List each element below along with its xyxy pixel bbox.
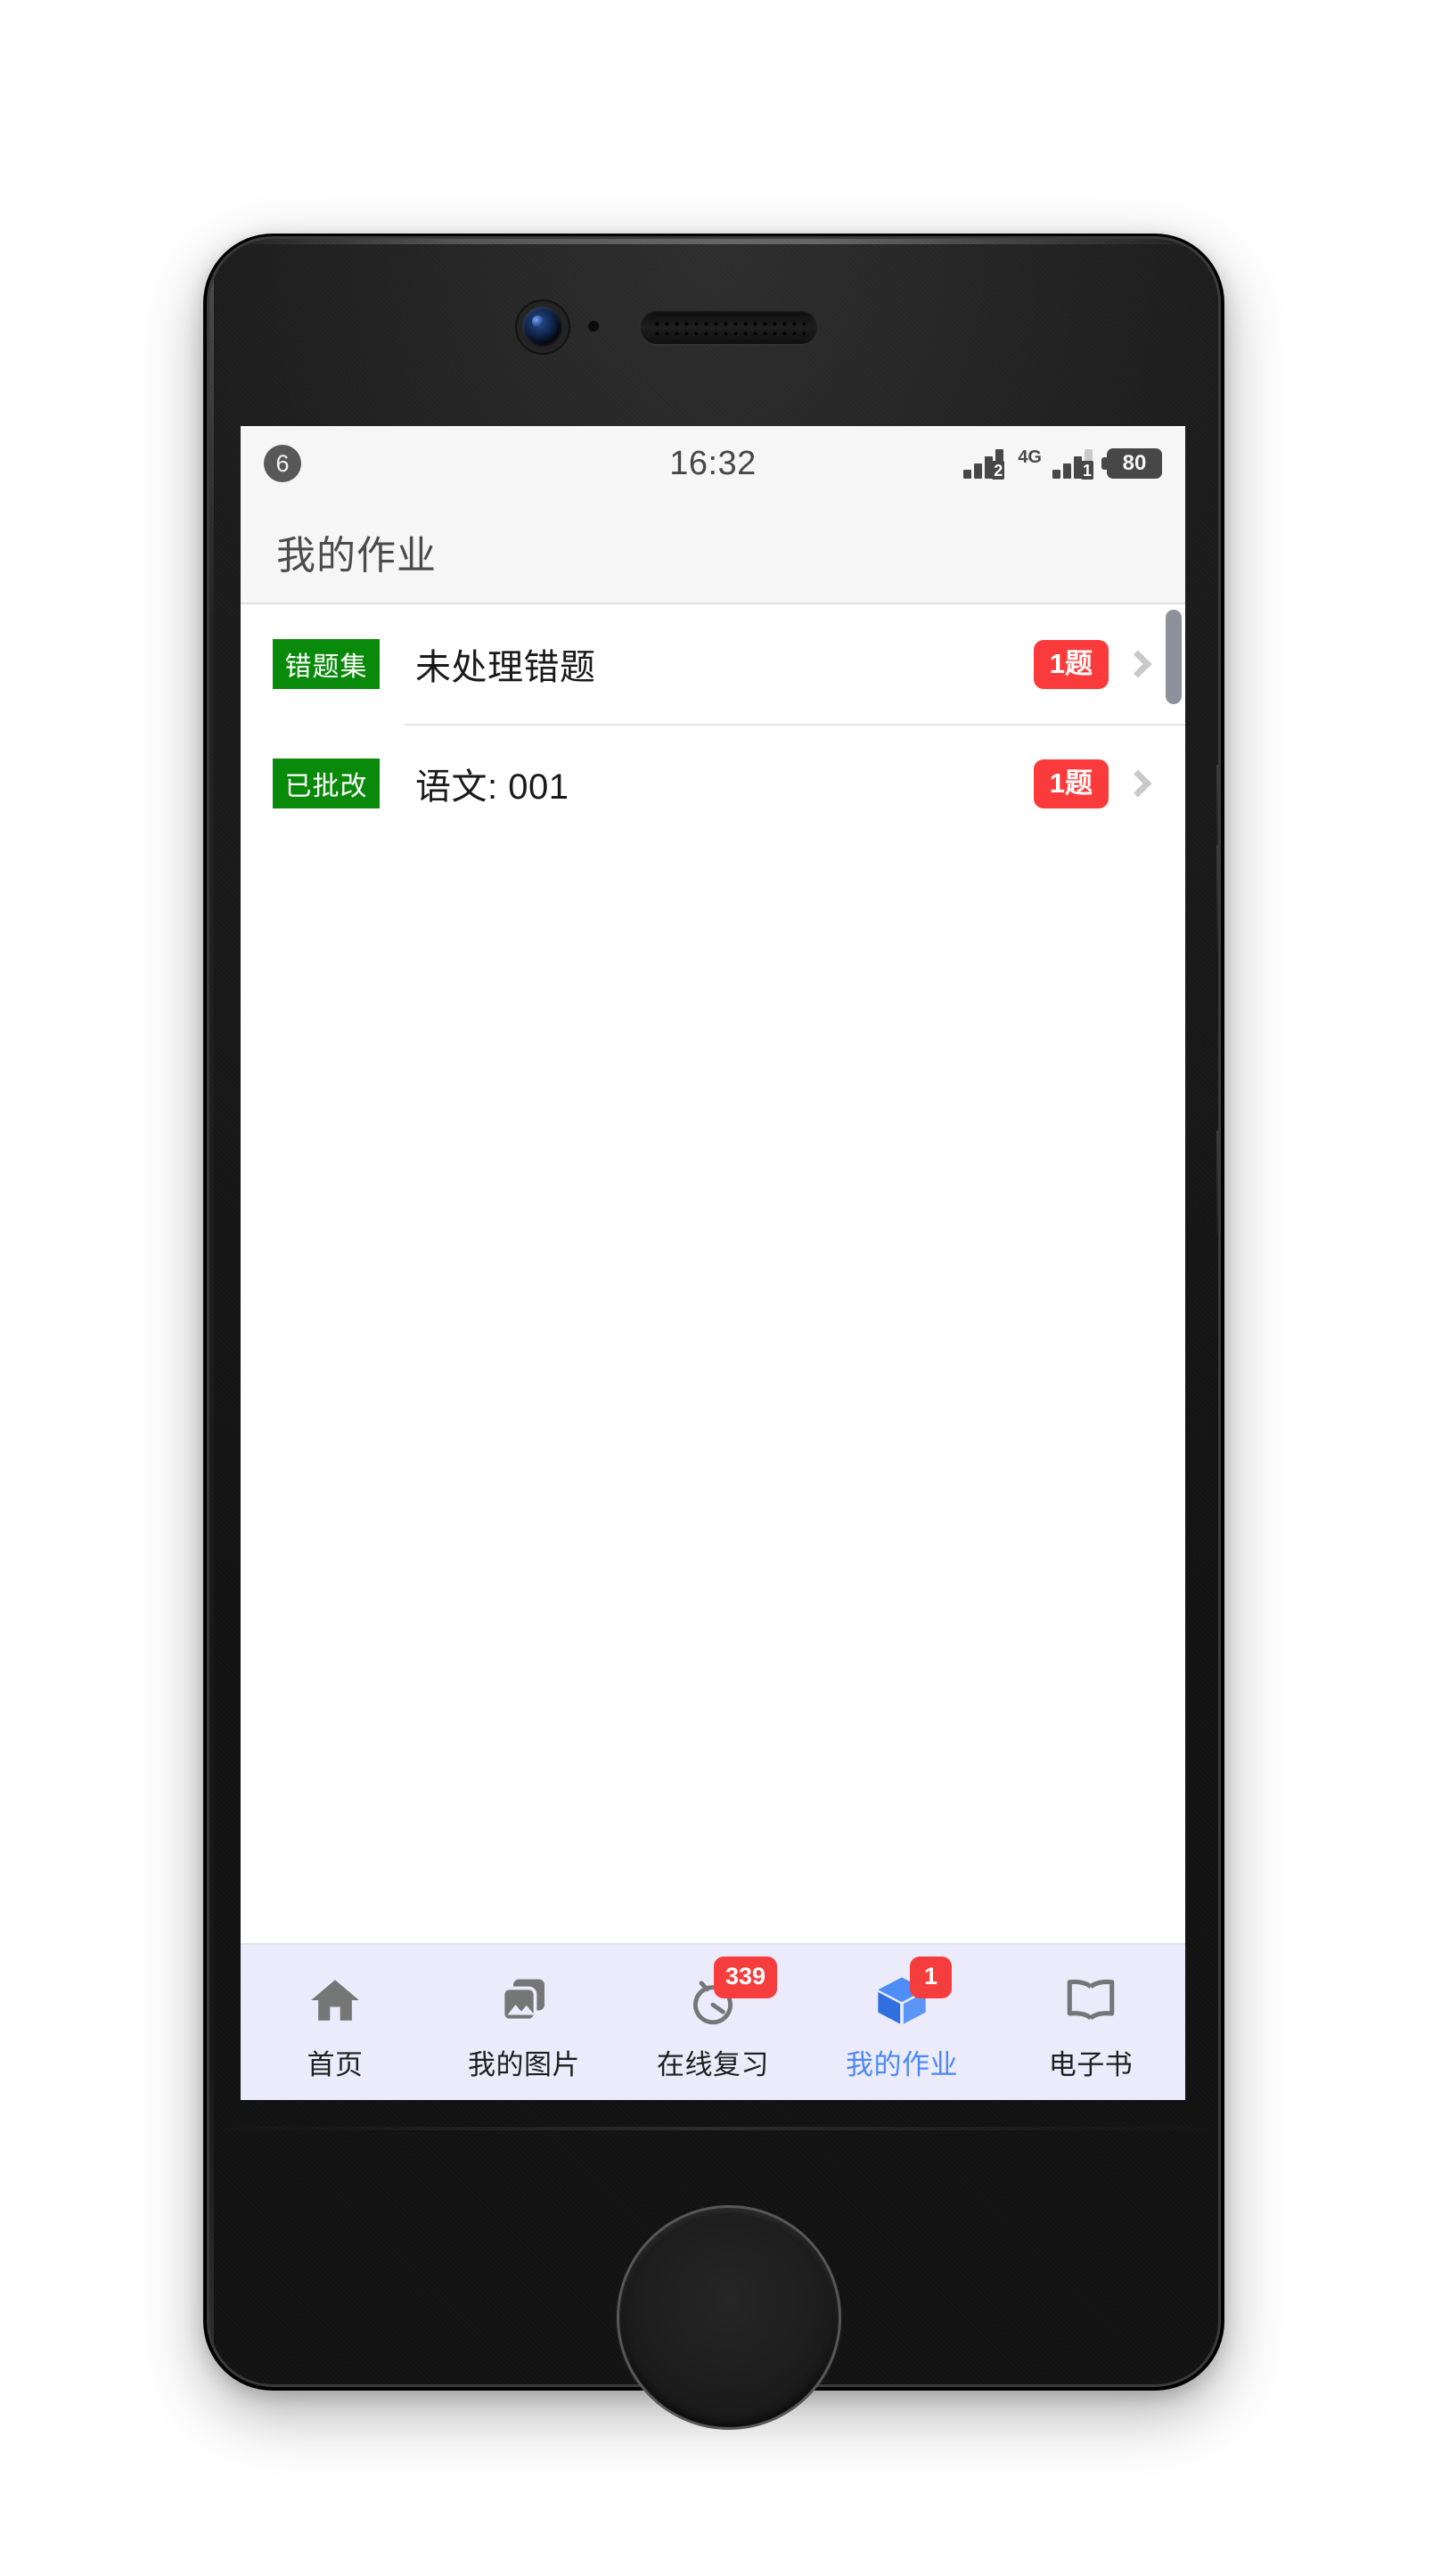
table-row[interactable]: 错题集 未处理错题 1题 bbox=[241, 604, 1185, 724]
sim2-label: 1 bbox=[1080, 461, 1093, 480]
page-title: 我的作业 bbox=[276, 534, 437, 578]
chevron-right-icon bbox=[1124, 650, 1152, 678]
row-status-tag: 已批改 bbox=[273, 759, 380, 808]
phone-screen: 6 16:32 2 4G 1 80 我的作业 错题集 未处理错题 1题 已批改 … bbox=[241, 426, 1185, 2100]
row-title: 语文: 001 bbox=[415, 767, 569, 807]
home-icon bbox=[306, 1971, 364, 2030]
home-button[interactable] bbox=[617, 2205, 841, 2430]
sim1-label: 2 bbox=[992, 461, 1005, 480]
tab-home[interactable]: 首页 bbox=[241, 1945, 430, 2100]
tab-online-review[interactable]: 339 在线复习 bbox=[618, 1945, 807, 2100]
cube-icon: 1 bbox=[872, 1956, 953, 2030]
volume-down-button[interactable] bbox=[1216, 845, 1218, 952]
tab-badge: 1 bbox=[910, 1956, 953, 1998]
tab-label: 首页 bbox=[307, 2048, 364, 2080]
battery-level-label: 80 bbox=[1122, 451, 1147, 475]
screenshot-stage: 6 16:32 2 4G 1 80 我的作业 错题集 未处理错题 1题 已批改 … bbox=[0, 0, 1449, 2576]
row-trailing: 1题 bbox=[1033, 759, 1164, 808]
tab-my-pictures[interactable]: 我的图片 bbox=[430, 1945, 618, 2100]
status-bar: 6 16:32 2 4G 1 80 bbox=[241, 426, 1185, 501]
network-type-label: 4G bbox=[1018, 447, 1042, 467]
tab-label: 我的图片 bbox=[468, 2048, 580, 2080]
tab-badge: 339 bbox=[714, 1956, 778, 1998]
tab-label: 在线复习 bbox=[657, 2048, 769, 2080]
chin-divider bbox=[207, 2127, 1221, 2130]
row-count-badge: 1题 bbox=[1033, 759, 1109, 808]
photos-icon bbox=[495, 1971, 553, 2030]
proximity-sensor-icon bbox=[588, 321, 599, 332]
tab-label: 电子书 bbox=[1048, 2048, 1134, 2080]
earpiece-speaker-icon bbox=[640, 310, 818, 344]
tab-my-homework[interactable]: 1 我的作业 bbox=[807, 1945, 996, 2100]
row-title: 未处理错题 bbox=[415, 648, 596, 687]
row-status-tag: 错题集 bbox=[273, 639, 380, 689]
chevron-right-icon bbox=[1124, 769, 1152, 798]
battery-icon: 80 bbox=[1101, 448, 1162, 479]
tab-label: 我的作业 bbox=[846, 2048, 958, 2080]
app-header: 我的作业 bbox=[241, 501, 1185, 604]
row-count-badge: 1题 bbox=[1033, 639, 1109, 689]
status-bar-indicators: 2 4G 1 80 bbox=[963, 447, 1162, 480]
table-row[interactable]: 已批改 语文: 001 1题 bbox=[241, 724, 1185, 843]
row-trailing: 1题 bbox=[1033, 639, 1164, 689]
signal-strength-sim2-icon: 1 bbox=[1052, 449, 1093, 480]
homework-list: 错题集 未处理错题 1题 已批改 语文: 001 1题 bbox=[241, 604, 1185, 843]
front-camera-icon bbox=[522, 307, 563, 348]
power-button[interactable] bbox=[1216, 1130, 1218, 1237]
bezel-highlight bbox=[209, 239, 1218, 244]
list-empty-area bbox=[241, 843, 1185, 1943]
book-icon bbox=[1061, 1971, 1120, 2030]
signal-strength-sim1-icon: 2 bbox=[963, 449, 1005, 480]
bottom-tab-bar: 首页 我的图片 339 在线复习 1 我的作业 电子书 bbox=[241, 1943, 1185, 2100]
scrollbar-thumb[interactable] bbox=[1166, 610, 1182, 704]
timer-icon: 339 bbox=[684, 1956, 778, 2030]
tab-ebook[interactable]: 电子书 bbox=[996, 1945, 1185, 2100]
bezel-left-highlight bbox=[209, 239, 214, 2384]
